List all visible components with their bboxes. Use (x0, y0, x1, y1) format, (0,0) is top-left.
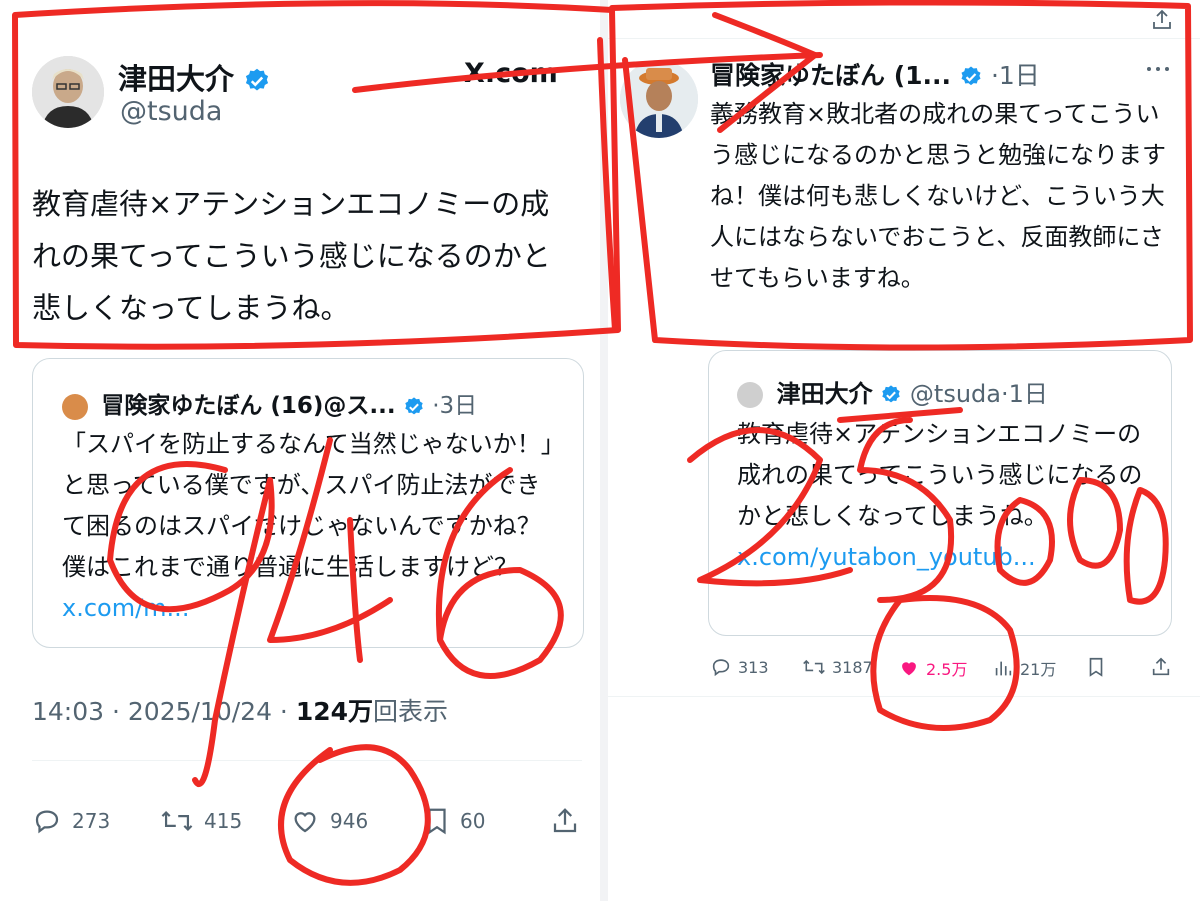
tweet-timestamp[interactable]: 14:03 · 2025/10/24 · (32, 697, 296, 726)
repost-icon (161, 810, 193, 832)
quoted-link[interactable]: x.com/yutabon_youtub... (737, 543, 1036, 571)
tsuda-small-avatar (737, 382, 763, 408)
source-label: X.com (464, 58, 558, 89)
repost-count: 415 (204, 809, 243, 833)
tweet-text: 義務教育×敗北者の成れの果てってこういう感じになるのかと思うと勉強になりますね！… (710, 100, 1166, 292)
heart-filled-icon (902, 662, 916, 676)
author-handle[interactable]: @tsuda (120, 96, 222, 127)
reply-count: 273 (72, 809, 111, 833)
views-chart-icon (995, 661, 1012, 676)
quoted-tweet-header: 津田大介 @tsuda·1日 (737, 374, 1048, 409)
reply-icon (35, 810, 59, 834)
bookmark-button[interactable]: 60 (424, 806, 485, 836)
views-button[interactable]: 21万 (992, 656, 1056, 680)
person-avatar-icon (620, 60, 698, 138)
quoted-dot: · (432, 393, 440, 419)
reply-button[interactable]: 313 (710, 656, 769, 678)
share-icon[interactable] (1150, 8, 1174, 32)
tweet-time[interactable]: 1日 (999, 61, 1040, 90)
quoted-handle: @tsuda (909, 380, 1001, 408)
divider (32, 760, 582, 761)
like-count: 2.5万 (926, 660, 968, 679)
bookmark-icon (428, 808, 446, 835)
quoted-dot: · (1001, 380, 1009, 408)
author-name[interactable]: 津田大介 (118, 56, 271, 98)
yutabon-small-avatar (62, 393, 88, 420)
quoted-tweet-text: 「スパイを防止するなんて当然じゃないか！」と思っている僕ですが、スパイ防止法がで… (62, 424, 562, 629)
repost-count: 3187 (832, 657, 873, 677)
quoted-author-name: 冒険家ゆたぼん (16)@ス... (101, 393, 396, 419)
quoted-tweet-header: 冒険家ゆたぼん (16)@ス... ·3日 (62, 386, 477, 420)
view-count-suffix: 回表示 (373, 697, 449, 726)
yutabon-avatar[interactable] (620, 60, 698, 138)
share-button[interactable] (550, 806, 580, 836)
view-count: 124万 (295, 697, 374, 726)
panel-divider (600, 0, 608, 901)
more-options-icon[interactable] (1145, 64, 1171, 74)
quoted-link[interactable]: x.com/m... (62, 594, 189, 622)
reply-button[interactable]: 273 (32, 806, 110, 836)
tsuda-avatar[interactable] (32, 56, 104, 128)
bookmark-icon[interactable] (1086, 656, 1106, 678)
verified-badge-icon (405, 396, 423, 414)
author-header: 冒険家ゆたぼん (1... ·1日 (710, 56, 1040, 92)
verified-badge-icon (246, 68, 269, 91)
quoted-time: 1日 (1008, 380, 1048, 408)
quoted-time: 3日 (439, 393, 478, 419)
reply-icon (712, 659, 730, 677)
heart-icon (294, 812, 316, 833)
quoted-author-name: 津田大介 (776, 380, 873, 408)
view-count: 21万 (1020, 660, 1057, 679)
quoted-text-body: 「スパイを防止するなんて当然じゃないか！」と思っている僕ですが、スパイ防止法がで… (62, 430, 553, 581)
verified-badge-icon (961, 66, 981, 86)
tweet-meta: 14:03 · 2025/10/24 · 124万回表示 (32, 692, 448, 728)
repost-button[interactable]: 3187 (802, 656, 873, 678)
left-tweet-panel: 津田大介 @tsuda X.com 教育虐待×アテンションエコノミーの成れの果て… (0, 0, 600, 901)
person-avatar-icon (32, 56, 104, 128)
verified-badge-icon (882, 385, 900, 403)
top-divider (608, 38, 1200, 39)
tweet-text: 教育虐待×アテンションエコノミーの成れの果てってこういう感じになるのかと悲しくな… (32, 187, 551, 325)
dot-separator: · (990, 61, 999, 90)
author-name[interactable]: 冒険家ゆたぼん (1... (710, 61, 951, 90)
like-button[interactable]: 946 (290, 806, 368, 836)
bookmark-count: 60 (460, 809, 486, 833)
share-icon (553, 808, 577, 833)
reply-count: 313 (738, 657, 769, 677)
like-count: 946 (330, 809, 369, 833)
repost-button[interactable]: 415 (160, 806, 242, 836)
like-button[interactable]: 2.5万 (898, 656, 967, 680)
repost-icon (803, 659, 825, 675)
quoted-tweet-text: 教育虐待×アテンションエコノミーの成れの果てってこういう感じになるのかと悲しくな… (737, 414, 1157, 578)
author-name-text: 津田大介 (118, 62, 235, 96)
bottom-divider (608, 696, 1200, 697)
share-icon[interactable] (1150, 656, 1172, 678)
quoted-text-body: 教育虐待×アテンションエコノミーの成れの果てってこういう感じになるのかと悲しくな… (737, 420, 1143, 530)
